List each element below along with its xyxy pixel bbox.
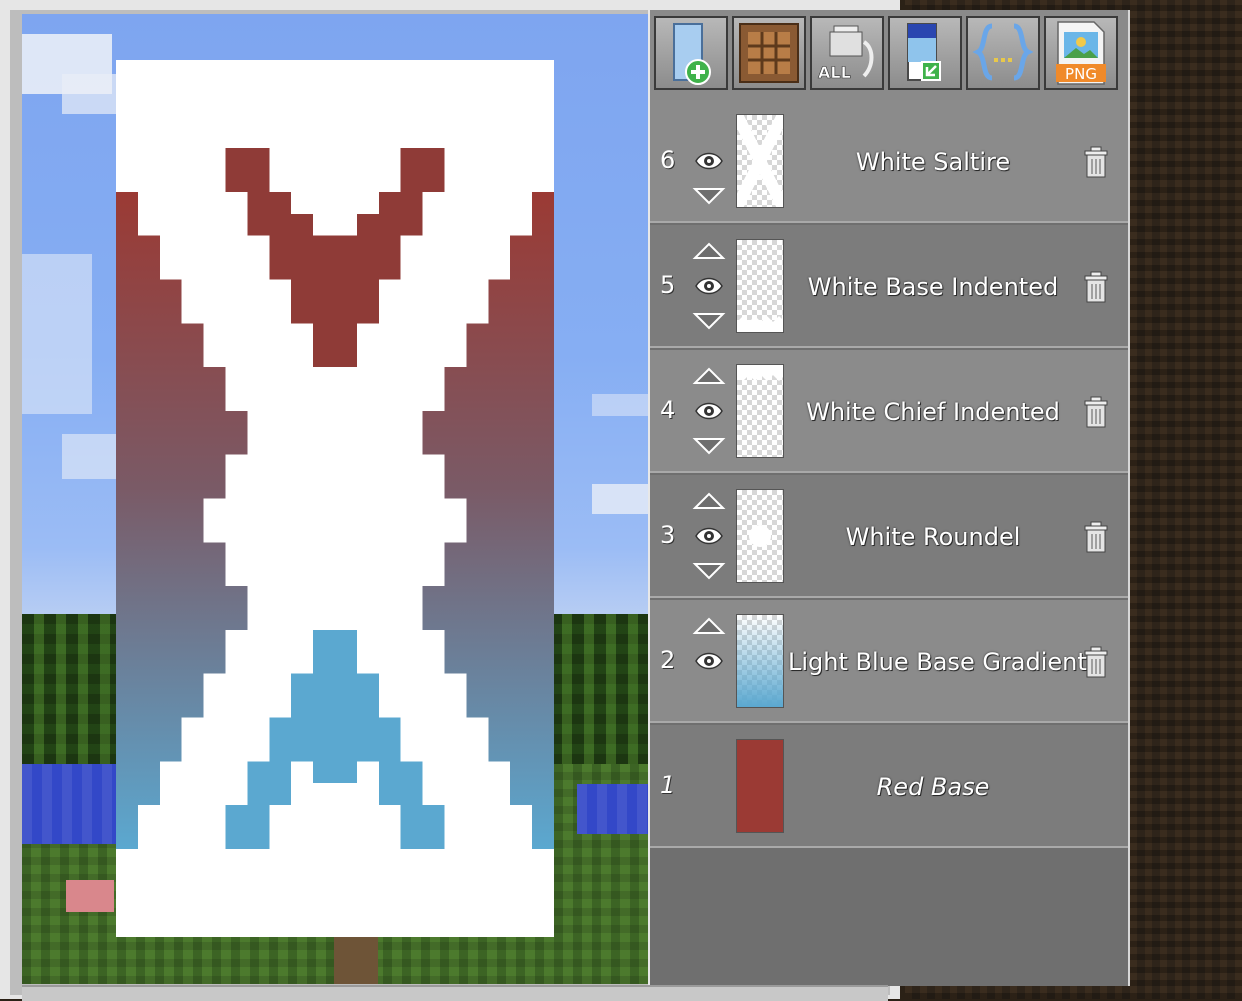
gradient-pattern	[737, 615, 783, 707]
layer-name: Light Blue Base Gradient	[788, 648, 1087, 676]
crafting-button[interactable]	[732, 16, 806, 90]
delete-all-label: ALL	[818, 63, 851, 82]
layer-number: 1	[660, 771, 676, 799]
layer-row[interactable]: 4 White Chief Indented	[650, 350, 1128, 473]
banner-plus-icon	[673, 23, 711, 85]
trash-icon[interactable]	[1082, 521, 1110, 553]
delete-all-button[interactable]: ALL	[810, 16, 884, 90]
layer-thumbnail	[736, 489, 784, 583]
eye-icon[interactable]	[694, 275, 724, 297]
layer-row[interactable]: 2 Light Blue Base Gradient	[650, 600, 1128, 723]
roundel-pattern	[749, 525, 771, 547]
layer-name: White Saltire	[855, 148, 1011, 176]
layer-row[interactable]: 5 White Base Indented	[650, 225, 1128, 348]
layer-number: 6	[660, 146, 676, 174]
layer-name: White Roundel	[845, 523, 1021, 551]
move-down-icon[interactable]	[692, 186, 726, 206]
braces-icon	[972, 23, 1034, 81]
eye-icon[interactable]	[694, 400, 724, 422]
cloud	[62, 74, 122, 114]
move-up-icon[interactable]	[692, 616, 726, 636]
cloud	[592, 484, 648, 514]
json-button[interactable]	[966, 16, 1040, 90]
water	[577, 784, 648, 834]
png-label: PNG	[1065, 65, 1097, 83]
cloud	[22, 254, 92, 414]
toolbar: ALL PNG	[650, 10, 1128, 102]
add-layer-button[interactable]	[654, 16, 728, 90]
layer-row[interactable]: 3 White Roundel	[650, 475, 1128, 598]
chief-indented-pattern	[737, 365, 783, 381]
layer-number: 3	[660, 521, 676, 549]
move-down-icon[interactable]	[692, 311, 726, 331]
export-banner-button[interactable]	[888, 16, 962, 90]
move-up-icon[interactable]	[692, 241, 726, 261]
layer-thumbnail	[736, 114, 784, 208]
banner-art	[116, 60, 554, 937]
eye-icon[interactable]	[694, 650, 724, 672]
layer-thumbnail	[736, 364, 784, 458]
layer-name: White Base Indented	[807, 273, 1059, 301]
move-down-icon[interactable]	[692, 436, 726, 456]
crafting-table-icon	[739, 23, 799, 83]
trash-icon[interactable]	[1082, 646, 1110, 678]
water	[22, 764, 122, 844]
trash-all-icon: ALL	[818, 25, 874, 82]
layer-name: White Chief Indented	[806, 398, 1060, 426]
cloud	[592, 394, 648, 416]
trash-icon[interactable]	[1082, 271, 1110, 303]
banner-canvas	[116, 60, 554, 937]
trash-icon[interactable]	[1082, 146, 1110, 178]
png-file-icon: PNG	[1056, 21, 1106, 85]
layer-row[interactable]: 6 White Saltire	[650, 100, 1128, 223]
pig	[66, 880, 114, 912]
base-pattern	[737, 740, 783, 832]
base-indented-pattern	[737, 316, 783, 332]
banner-export-icon	[907, 23, 941, 81]
move-up-icon[interactable]	[692, 491, 726, 511]
layer-thumbnail	[736, 739, 784, 833]
move-down-icon[interactable]	[692, 561, 726, 581]
layer-number: 5	[660, 271, 676, 299]
move-up-icon[interactable]	[692, 366, 726, 386]
layer-name: Red Base	[876, 773, 990, 801]
layer-thumbnail	[736, 239, 784, 333]
saltire-pattern	[737, 115, 783, 207]
trash-icon[interactable]	[1082, 396, 1110, 428]
eye-icon[interactable]	[694, 525, 724, 547]
layers-panel: ALL PNG 6 White Saltire 5 White Base Ind…	[648, 10, 1130, 986]
banner-preview	[22, 14, 648, 984]
layer-row[interactable]: 1 Red Base	[650, 725, 1128, 848]
eye-icon[interactable]	[694, 150, 724, 172]
banner-pole	[334, 936, 378, 984]
png-button[interactable]: PNG	[1044, 16, 1118, 90]
layer-number: 4	[660, 396, 676, 424]
layer-number: 2	[660, 646, 676, 674]
layer-thumbnail	[736, 614, 784, 708]
